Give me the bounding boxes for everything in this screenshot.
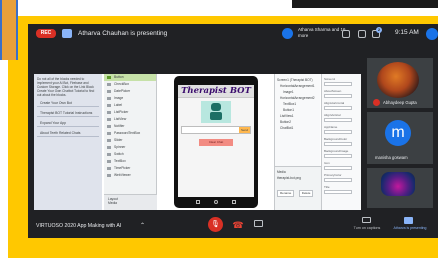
palette-item[interactable]: Label [104,102,156,109]
palette-item[interactable]: CheckBox [104,81,156,88]
property-label: BackgroundColor [324,137,348,141]
palette-item[interactable]: TimePicker [104,165,156,172]
presenter-avatar [282,28,293,39]
app-title: Therapist BOT [181,86,251,96]
camera-button[interactable] [254,220,263,227]
participant-name: Abhaydeep Gupta [383,100,417,105]
component-palette: Button CheckBox DatePicker Image Label L… [104,74,157,210]
robot-image [201,101,231,123]
palette-footer: Layout Media [104,194,157,210]
participant-tile[interactable]: m manisha goswam [367,112,433,164]
participant-video [377,62,419,98]
palette-item[interactable]: ListPicker [104,109,156,116]
property-field[interactable] [324,106,352,110]
layout-icon[interactable] [342,30,350,38]
bottom-bar: VIRTUOSO 2020 App Making with AI ⌃ 🎙 ☎ T… [28,214,438,238]
top-right-window-edge [290,0,438,8]
captions-label[interactable]: Turn on captions [346,226,388,231]
recording-badge: REC [36,29,56,38]
components-tree: Screen1 (Therapist BOT) HorizontalArrang… [274,74,321,210]
tree-item[interactable]: ChatBot1 [277,125,318,131]
instructions-link[interactable]: Create Your Own Bot [37,100,99,107]
chevron-up-icon[interactable]: ⌃ [140,221,145,231]
people-count-badge: 2 [376,27,382,33]
palette-item[interactable]: ListView [104,116,156,123]
presenter-name: Atharva Sharma and 16 more [298,27,346,38]
clock: 9:15 AM [395,29,419,36]
property-field[interactable] [324,94,352,98]
property-field[interactable] [324,118,352,122]
property-field[interactable] [324,190,352,194]
mic-off-button[interactable]: 🎙 [208,217,223,232]
instructions-link[interactable]: About Teeth Related Chats [37,130,99,137]
recents-icon [232,200,236,204]
left-edge-tab-inner [2,0,16,60]
clear-button[interactable]: Clear Chat [199,139,233,146]
property-label: BackgroundImage [324,149,349,153]
delete-button[interactable]: Delete [298,190,314,197]
meet-window: REC Atharva Chauhan is presenting Atharv… [28,24,438,238]
palette-item[interactable]: Notifier [104,123,156,130]
presenting-label[interactable]: Atharva is presenting [390,226,430,230]
end-call-button[interactable]: ☎ [232,219,244,231]
palette-item[interactable]: Image [104,95,156,102]
presentation-icon [62,29,72,38]
instructions-link[interactable]: Therapist BOT Tutorial Instructions [37,110,99,117]
media-panel: Media therapist-bot.png Rename Delete [275,166,321,210]
property-label: PrimaryColor [324,173,342,177]
palette-footer-media[interactable]: Media [108,201,153,205]
participant-tile[interactable]: Abhaydeep Gupta [367,58,433,108]
property-field[interactable] [324,154,352,158]
property-label: AlignHorizontal [324,101,345,105]
property-field[interactable] [324,130,352,134]
palette-item[interactable]: TextBox [104,158,156,165]
property-field[interactable] [324,166,352,170]
instructions-link[interactable]: Expand Your App [37,120,99,127]
participant-tile[interactable] [367,168,433,208]
phone-preview: Therapist BOT Send Clear Chat [174,76,258,208]
instructions-text: Do not all of the blocks needed to imple… [37,77,95,97]
home-icon [214,200,218,204]
property-field[interactable] [324,178,352,182]
top-bar: REC Atharva Chauhan is presenting Atharv… [28,24,438,44]
palette-item[interactable]: Slider [104,137,156,144]
robot-head [211,103,221,111]
palette-item[interactable]: DatePicker [104,88,156,95]
rename-button[interactable]: Rename [277,190,295,197]
property-field[interactable] [324,142,352,146]
palette-item[interactable]: Switch [104,151,156,158]
chat-icon[interactable] [358,30,366,38]
palette-item[interactable]: Button [104,74,156,81]
muted-mic-icon [373,99,380,106]
captions-icon[interactable] [362,217,371,223]
phone-nav-bar [178,198,254,206]
robot-body [210,112,222,120]
present-icon[interactable] [404,217,413,224]
shared-screen: Do not all of the blocks needed to imple… [34,74,361,210]
send-button[interactable]: Send [239,127,250,133]
designer-viewer: Therapist BOT Send Clear Chat [158,74,274,210]
back-icon [196,200,200,204]
instructions-panel: Do not all of the blocks needed to imple… [34,74,102,210]
participant-avatar: m [385,120,411,146]
palette-item[interactable]: WebViewer [104,172,156,179]
palette-item[interactable]: PasswordTextBox [104,130,156,137]
participant-video [381,172,415,196]
palette-item[interactable]: Spinner [104,144,156,151]
meeting-title[interactable]: VIRTUOSO 2020 App Making with AI [36,221,121,231]
phone-screen: Therapist BOT Send Clear Chat [178,85,254,197]
properties-panel: Screen1 AboutScreen AlignHorizontal Alig… [321,74,361,210]
self-avatar[interactable] [426,28,438,40]
app-title-bar: Therapist BOT [178,85,254,98]
media-file[interactable]: therapist-bot.png [277,175,319,181]
participant-name: manisha goswam [375,155,408,160]
left-edge-tab [0,0,18,60]
property-field[interactable] [324,82,352,86]
presenting-status: Atharva Chauhan is presenting [78,30,168,37]
